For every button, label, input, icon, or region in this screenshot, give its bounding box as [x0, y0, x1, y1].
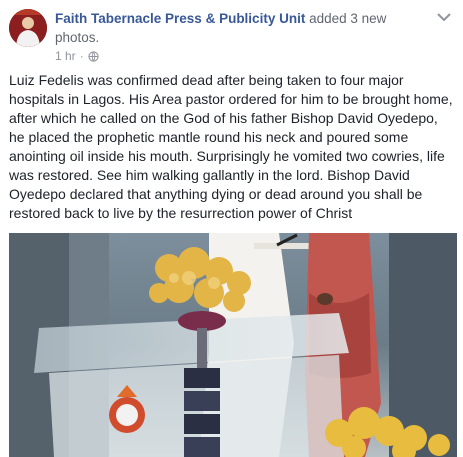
page-avatar[interactable]	[9, 9, 47, 47]
post-title-line: Faith Tabernacle Press & Publicity Unit …	[55, 9, 425, 47]
post-timestamp[interactable]: 1 hr	[55, 49, 76, 63]
post-header: Faith Tabernacle Press & Publicity Unit …	[0, 0, 463, 66]
post-options-button[interactable]	[435, 10, 453, 24]
post-body-text: Luiz Fedelis was confirmed dead after be…	[9, 72, 453, 221]
post-photo[interactable]	[9, 233, 457, 457]
meta-separator: ·	[79, 49, 84, 63]
chevron-down-icon	[437, 12, 451, 21]
globe-icon[interactable]	[88, 50, 99, 62]
page-name-link[interactable]: Faith Tabernacle Press & Publicity Unit	[55, 11, 305, 26]
post-meta: 1 hr ·	[55, 49, 99, 63]
